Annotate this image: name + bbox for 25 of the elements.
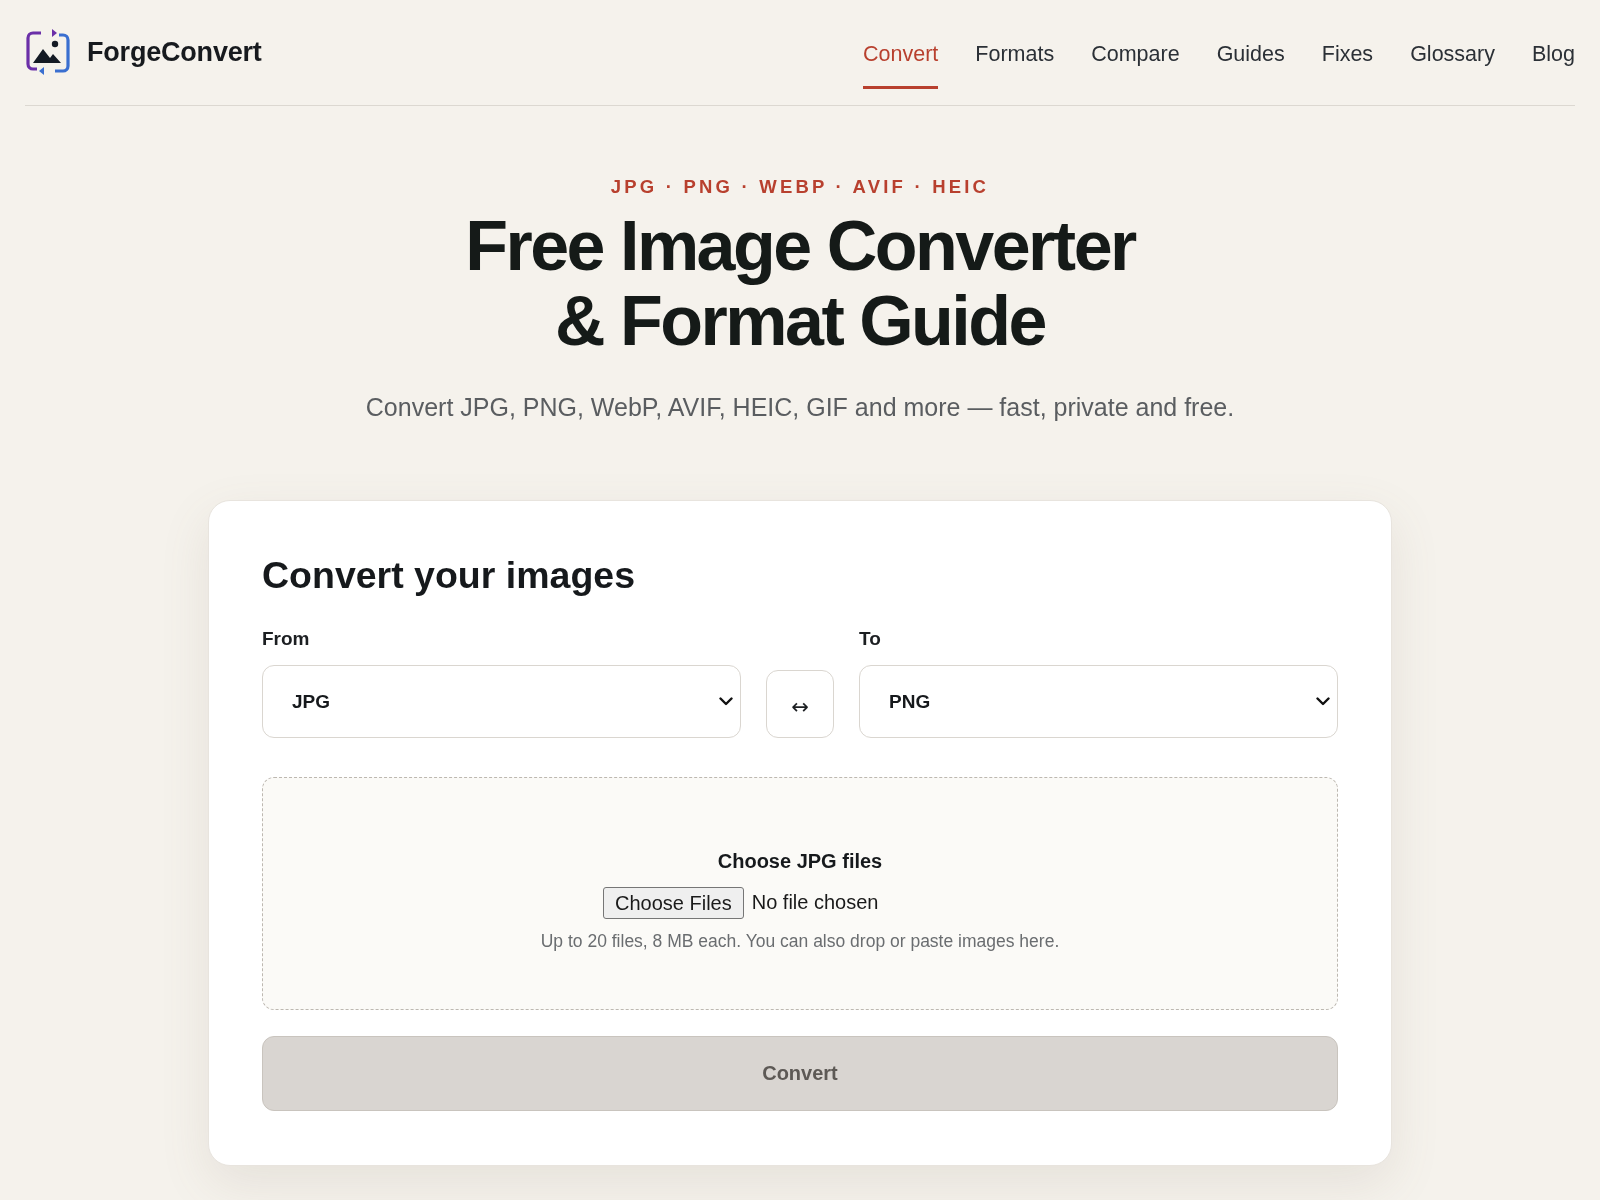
subtitle: Convert JPG, PNG, WebP, AVIF, HEIC, GIF and more — fast, private and free. bbox=[364, 392, 1236, 422]
nav-link[interactable]: Formats bbox=[975, 42, 1055, 89]
card-title: Convert your images bbox=[262, 553, 637, 597]
from-select[interactable]: JPG bbox=[262, 665, 741, 738]
page-title: Free Image Converter & Format Guide bbox=[464, 209, 1137, 359]
logo-icon bbox=[25, 28, 71, 76]
format-list: JPG · PNG · WEBP · AVIF · HEIC bbox=[0, 176, 1600, 198]
nav-link[interactable]: Glossary bbox=[1410, 42, 1495, 89]
drop-prompt: Choose JPG files bbox=[717, 848, 883, 873]
nav-link[interactable]: Convert bbox=[863, 42, 939, 89]
brand-name[interactable]: ForgeConvert bbox=[87, 36, 262, 68]
chevron-down-icon bbox=[1316, 697, 1330, 706]
to-select[interactable]: PNG bbox=[859, 665, 1338, 738]
upload-hint: Up to 20 files, 8 MB each. You can also drop or paste images here. bbox=[540, 930, 1060, 951]
chevron-down-icon bbox=[719, 697, 733, 706]
nav-link[interactable]: Guides bbox=[1216, 42, 1285, 89]
nav-link[interactable]: Fixes bbox=[1321, 42, 1374, 89]
to-label: To bbox=[859, 628, 882, 650]
swap-button[interactable]: ↔ bbox=[766, 670, 834, 738]
drop-zone[interactable]: Choose JPG files Choose Files No file chosen Up to 20 files, 8 MB each. You can also drop or paste images here. bbox=[262, 777, 1338, 1010]
nav-link[interactable]: Blog bbox=[1531, 42, 1575, 89]
file-status: No file chosen bbox=[751, 891, 879, 914]
from-label: From bbox=[262, 628, 311, 650]
choose-files-button[interactable]: Choose Files bbox=[603, 886, 744, 919]
nav-link[interactable]: Compare bbox=[1091, 42, 1180, 89]
